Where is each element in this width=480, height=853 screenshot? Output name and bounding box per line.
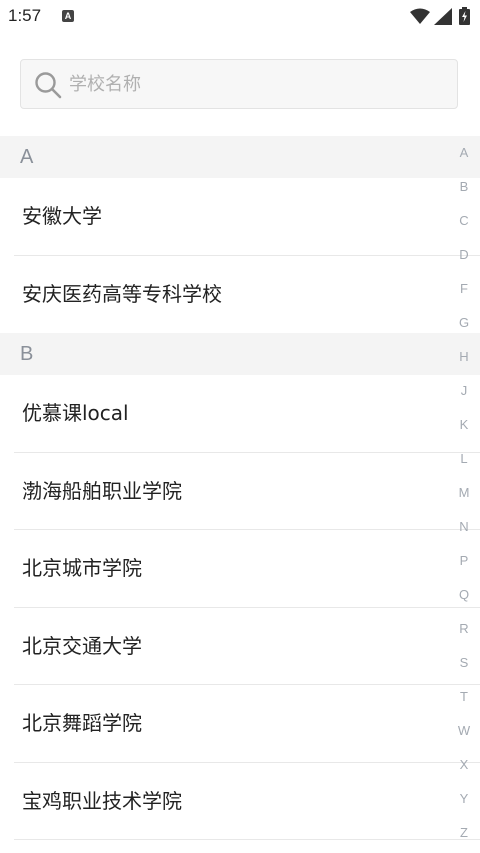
index-letter-k[interactable]: K [452,413,476,447]
battery-icon [459,7,470,25]
signal-icon [434,8,452,25]
index-letter-b[interactable]: B [452,175,476,209]
status-time: 1:57 [8,6,42,25]
school-item[interactable]: 北京舞蹈学院 [0,685,480,763]
wifi-icon [410,8,430,24]
status-bar: 1:57 A [0,0,480,34]
index-letter-s[interactable]: S [452,651,476,685]
alphabet-index-bar[interactable]: A B C D F G H J K L M N P Q R S T W X Y … [452,141,476,853]
school-item[interactable]: 渤海船舶职业学院 [0,453,480,531]
index-letter-w[interactable]: W [452,719,476,753]
index-letter-y[interactable]: Y [452,787,476,821]
index-letter-l[interactable]: L [452,447,476,481]
index-letter-r[interactable]: R [452,617,476,651]
school-item[interactable]: 北京交通大学 [0,608,480,686]
index-letter-z[interactable]: Z [452,821,476,853]
index-letter-q[interactable]: Q [452,583,476,617]
school-item[interactable]: 安庆医药高等专科学校 [0,256,480,334]
index-letter-h[interactable]: H [452,345,476,379]
index-letter-t[interactable]: T [452,685,476,719]
index-letter-d[interactable]: D [452,243,476,277]
search-icon [35,72,62,99]
school-item[interactable]: 宝鸡职业技术学院 [0,763,480,841]
index-letter-m[interactable]: M [452,481,476,515]
search-box[interactable] [20,59,458,109]
school-list: A 安徽大学 安庆医药高等专科学校 B 优慕课local 渤海船舶职业学院 北京… [0,136,480,840]
school-item[interactable]: 优慕课local [0,375,480,453]
index-letter-n[interactable]: N [452,515,476,549]
index-letter-g[interactable]: G [452,311,476,345]
index-letter-a[interactable]: A [452,141,476,175]
index-letter-x[interactable]: X [452,753,476,787]
index-letter-f[interactable]: F [452,277,476,311]
section-header-a: A [0,136,480,178]
index-letter-p[interactable]: P [452,549,476,583]
notification-icon: A [62,10,74,22]
search-input[interactable] [69,60,439,108]
school-item[interactable]: 北京城市学院 [0,530,480,608]
index-letter-c[interactable]: C [452,209,476,243]
section-header-b: B [0,333,480,375]
school-item[interactable]: 安徽大学 [0,178,480,256]
index-letter-j[interactable]: J [452,379,476,413]
